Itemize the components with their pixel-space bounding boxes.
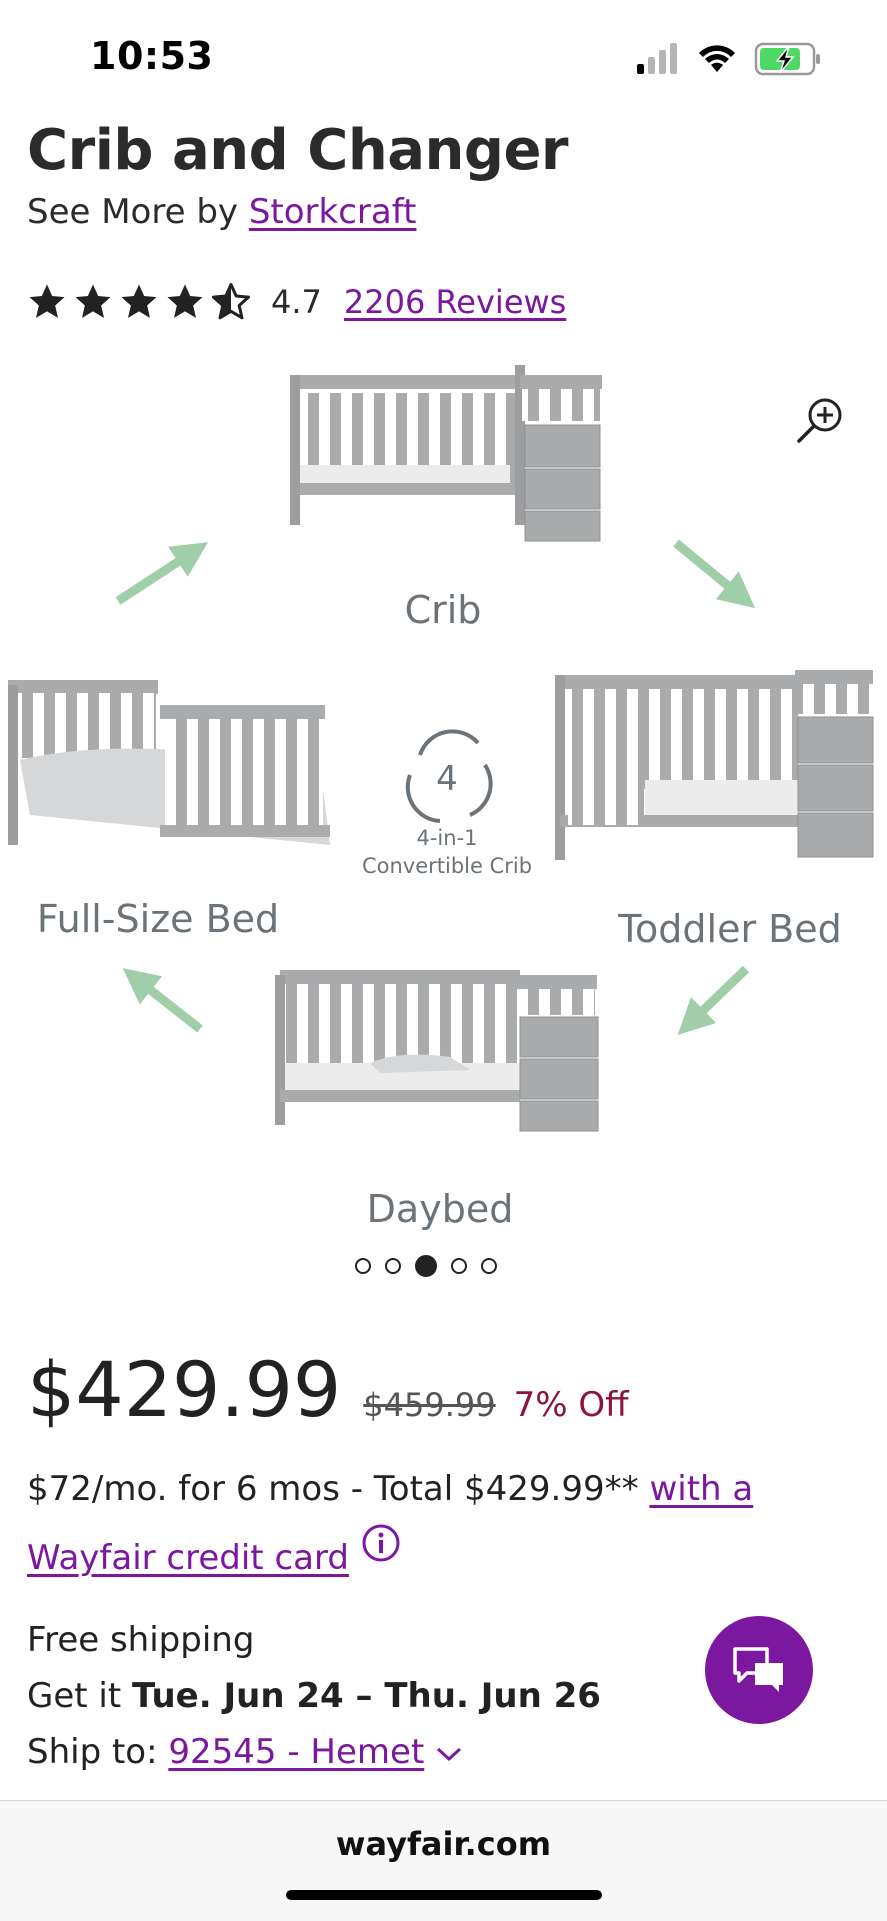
label-fullsize: Full-Size Bed (37, 897, 279, 941)
star-icon (75, 284, 111, 318)
discount-badge: 7% Off (513, 1385, 629, 1425)
original-price: $459.99 (363, 1386, 496, 1424)
see-more-by: See More by Storkcraft (27, 192, 416, 232)
star-icon (121, 284, 157, 318)
svg-text:4: 4 (436, 759, 458, 799)
financing-offer: $72/mo. for 6 mos - Total $429.99** with… (27, 1455, 847, 1592)
carousel-dot[interactable] (451, 1258, 467, 1274)
product-image[interactable]: Crib Full-Size Bed 4 4-in-1 Convertible … (0, 345, 887, 1245)
label-daybed: Daybed (367, 1187, 514, 1231)
toddler-bed-illustration (555, 670, 874, 860)
convertible-badge: 4 4-in-1 Convertible Crib (362, 729, 532, 878)
shipping-info: Free shipping Get it Tue. Jun 24 – Thu. … (27, 1612, 601, 1780)
see-more-prefix: See More by (27, 192, 249, 232)
arrow-icon (122, 968, 203, 1033)
star-rating (27, 282, 251, 322)
home-indicator[interactable] (286, 1890, 602, 1900)
arrow-icon (115, 542, 209, 605)
chevron-down-icon[interactable] (434, 1744, 464, 1764)
crib-illustration (290, 365, 602, 542)
financing-text: $72/mo. for 6 mos - Total $429.99** (27, 1469, 650, 1509)
svg-text:Convertible Crib: Convertible Crib (362, 854, 532, 878)
fullsize-bed-illustration (8, 680, 330, 845)
wifi-icon (699, 45, 735, 72)
ship-to: Ship to: 92545 - Hemet (27, 1724, 601, 1780)
carousel-dot[interactable] (481, 1258, 497, 1274)
star-icon (29, 284, 65, 318)
label-crib: Crib (405, 588, 482, 632)
signal-icon (637, 43, 677, 74)
arrow-icon (673, 539, 756, 609)
zoom-in-icon[interactable] (795, 395, 845, 445)
battery-charging-icon (754, 42, 820, 76)
delivery-dates: Tue. Jun 24 – Thu. Jun 26 (132, 1676, 601, 1716)
info-icon[interactable] (361, 1523, 401, 1563)
free-shipping: Free shipping (27, 1620, 255, 1660)
reviews-link[interactable]: 2206 Reviews (344, 283, 566, 321)
chat-icon (733, 1647, 783, 1692)
star-icon (167, 284, 203, 318)
product-title: Crib and Changer (27, 118, 569, 183)
url-text[interactable]: wayfair.com (0, 1825, 887, 1863)
arrow-icon (677, 965, 750, 1036)
daybed-illustration (275, 970, 599, 1132)
carousel-dot[interactable] (385, 1258, 401, 1274)
carousel-dot[interactable] (355, 1258, 371, 1274)
half-star-icon (212, 283, 250, 320)
status-time: 10:53 (90, 34, 214, 78)
status-icons (637, 42, 820, 76)
rating-row: 4.7 2206 Reviews (27, 280, 566, 324)
carousel-dot-active[interactable] (415, 1255, 437, 1277)
sale-price: $429.99 (27, 1345, 342, 1434)
rating-value: 4.7 (271, 283, 322, 321)
chat-button[interactable] (705, 1616, 813, 1724)
delivery-estimate: Get it Tue. Jun 24 – Thu. Jun 26 (27, 1676, 601, 1716)
brand-link[interactable]: Storkcraft (249, 192, 417, 232)
svg-text:4-in-1: 4-in-1 (416, 826, 477, 850)
label-toddler: Toddler Bed (617, 907, 841, 951)
price-row: $429.99 $459.99 7% Off (27, 1345, 629, 1434)
ship-location-link[interactable]: 92545 - Hemet (168, 1732, 424, 1772)
carousel-dots (355, 1255, 497, 1277)
